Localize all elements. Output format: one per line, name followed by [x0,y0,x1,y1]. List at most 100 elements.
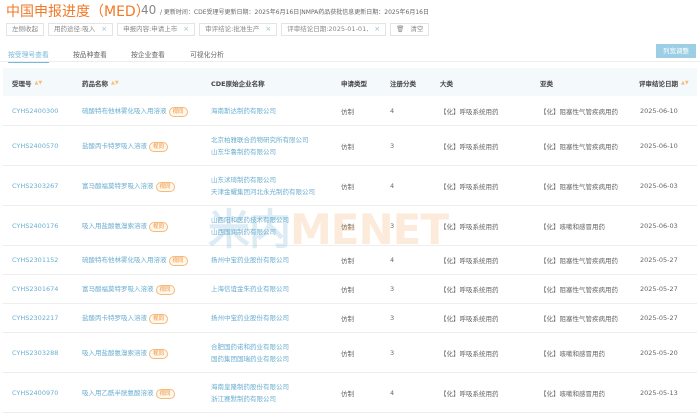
minor-category: 【化】阻塞性气管疾病用药 [540,286,618,294]
filter-chip: 评审结论日期:2025-01-01, × [281,23,387,36]
sort-icon[interactable]: ▲▼ [681,80,689,85]
filter-bar: 左侧收起 用药途径:吸入 × 申报内容:申请上市 × 审评结论:批准生产 × 评审结论… [6,23,430,36]
collapse-sidebar-button[interactable]: 左侧收起 [6,23,44,36]
sort-icon[interactable]: ▲▼ [35,80,43,85]
application-type: 仿制 [341,107,354,116]
drug-name-cell: 硫酸特布他林雾化吸入用溶液 视同 [82,254,188,266]
acceptance-no-link[interactable]: CYHS2400176 [12,222,58,230]
company-link[interactable]: 扬州中宝药业股份有限公司 [211,312,289,324]
column-header-company: CDE原始企业名称 [211,78,265,88]
column-header-drug[interactable]: 药品名称 ▲▼ [82,78,119,88]
table-row[interactable]: CYHS2301674 富马酸福莫特罗吸入溶液 视同 上海信谊金朱药业有限公司 仿… [3,275,697,304]
company-link[interactable]: 合肥国药诺和药业有限公司 [211,341,289,353]
review-date: 2025-06-03 [640,181,678,190]
company-link[interactable]: 海南斯达制药有限公司 [211,105,276,117]
major-category: 【化】呼吸系统用药 [440,349,499,358]
acceptance-no-link[interactable]: CYHS2301674 [12,285,58,293]
table-row[interactable]: CYHS2400176 吸入用盐酸氨溴索溶液 视同 山西阳和医药技术有限公司 山西国… [3,206,697,246]
company-link[interactable]: 天津金耀集团河北永光制药有限公司 [211,186,315,198]
minor-category: 【化】咳嗽和感冒用药 [540,389,605,398]
acceptance-no-link[interactable]: CYHS2303267 [12,182,58,190]
company-link[interactable]: 浙江赛默制药有限公司 [211,393,289,405]
company-link[interactable]: 上海信谊金朱药业有限公司 [211,283,289,295]
column-header-class: 注册分类 [390,78,416,88]
drug-name-link[interactable]: 盐酸丙卡特罗吸入溶液 [82,142,147,150]
company-cell: 北京柏雅联合药物研究所有限公司 山东华鲁制药有限公司 [211,134,309,158]
table-row[interactable]: CYHS2400300 硫酸特布他林雾化吸入用溶液 视同 海南斯达制药有限公司 仿… [3,96,697,126]
tab-by-variety[interactable]: 按品种查看 [73,49,107,59]
company-link[interactable]: 山东华鲁制药有限公司 [211,146,309,158]
tab-by-company[interactable]: 按企业查看 [131,49,165,59]
collapse-label: 左侧收起 [12,25,38,33]
acceptance-no-link[interactable]: CYHS2303288 [12,349,58,357]
tab-by-acceptance-no[interactable]: 按受理号查看 [8,49,49,63]
table-row[interactable]: CYHS2302217 盐酸丙卡特罗吸入溶液 视同 扬州中宝药业股份有限公司 仿制… [3,304,697,333]
drug-name-cell: 盐酸丙卡特罗吸入溶液 视同 [82,140,169,152]
application-type: 仿制 [341,182,354,191]
acceptance-no-link[interactable]: CYHS2301152 [12,256,58,264]
header-label: 亚类 [540,80,553,88]
drug-name-link[interactable]: 盐酸丙卡特罗吸入溶液 [82,314,147,322]
acceptance-no-link[interactable]: CYHS2400300 [12,107,58,115]
equivalent-badge: 视同 [155,181,175,192]
registration-class: 3 [390,314,395,322]
clear-filters-button[interactable]: 🗑 清空 [390,23,430,36]
table-row[interactable]: CYHS2400570 盐酸丙卡特罗吸入溶液 视同 北京柏雅联合药物研究所有限公司… [3,126,697,166]
major-category: 【化】呼吸系统用药 [440,389,499,398]
minor-category: 【化】咳嗽和感冒用药 [540,349,605,358]
header-label: 药品名称 [82,80,108,88]
table-row[interactable]: CYHS2301152 硫酸特布他林雾化吸入用溶液 视同 扬州中宝药业股份有限公司… [3,246,697,275]
equivalent-badge: 视同 [149,314,169,324]
drug-name-link[interactable]: 吸入用盐酸氨溴索溶液 [82,222,147,230]
application-type: 仿制 [341,389,354,398]
company-cell: 海南斯达制药有限公司 [211,105,276,117]
close-icon[interactable]: × [265,24,271,35]
minor-category: 【化】阻塞性气管疾病用药 [540,107,618,116]
view-tabs: 按受理号查看 按品种查看 按企业查看 可视化分析 [0,46,700,63]
company-cell: 海南皇隆制药股份有限公司 浙江赛默制药有限公司 [211,381,289,405]
drug-name-cell: 吸入用盐酸氨溴索溶液 视同 [82,220,169,232]
drug-name-link[interactable]: 硫酸特布他林雾化吸入用溶液 [82,107,167,115]
table-row[interactable]: CYHS2303267 富马酸福莫特罗吸入溶液 视同 山东沭琦制药有限公司 天津金耀… [3,166,697,206]
drug-name-link[interactable]: 富马酸福莫特罗吸入溶液 [82,285,154,293]
company-link[interactable]: 山西阳和医药技术有限公司 [211,214,289,226]
company-link[interactable]: 国药集团国瑞药业有限公司 [211,353,289,365]
company-link[interactable]: 扬州中宝药业股份有限公司 [211,254,289,266]
drug-name-link[interactable]: 吸入用盐酸氨溴索溶液 [82,349,147,357]
table-row[interactable]: CYHS2400970 吸入用乙酰半胱氨酸溶液 视同 海南皇隆制药股份有限公司 浙江… [3,373,697,413]
minor-category: 【化】阻塞性气管疾病用药 [540,182,618,191]
equivalent-badge: 视同 [149,221,169,232]
header-label: 评审结论日期 [639,80,678,88]
company-cell: 合肥国药诺和药业有限公司 国药集团国瑞药业有限公司 [211,341,289,365]
drug-name-link[interactable]: 吸入用乙酰半胱氨酸溶液 [82,389,154,397]
drug-name-link[interactable]: 硫酸特布他林雾化吸入用溶液 [82,256,167,264]
filter-chip: 审评结论:批准生产 × [199,23,278,36]
equivalent-badge: 视同 [168,256,188,266]
acceptance-no-link[interactable]: CYHS2302217 [12,314,58,322]
drug-name-link[interactable]: 富马酸福莫特罗吸入溶液 [82,182,154,190]
column-width-button[interactable]: 列宽调整 [656,44,696,58]
close-icon[interactable]: × [183,24,189,35]
close-icon[interactable]: × [374,24,380,35]
column-header-date[interactable]: 评审结论日期 ▲▼ [639,78,689,88]
company-link[interactable]: 海南皇隆制药股份有限公司 [211,381,289,393]
review-date: 2025-05-27 [640,285,678,293]
acceptance-no-link[interactable]: CYHS2400970 [12,389,58,397]
header-label: 大类 [440,80,453,88]
equivalent-badge: 视同 [155,285,175,295]
minor-category: 【化】咳嗽和感冒用药 [540,222,605,231]
company-cell: 山东沭琦制药有限公司 天津金耀集团河北永光制药有限公司 [211,174,315,198]
table-row[interactable]: CYHS2303288 吸入用盐酸氨溴索溶液 视同 合肥国药诺和药业有限公司 国药集… [3,333,697,373]
sort-icon[interactable]: ▲▼ [111,80,119,85]
company-link[interactable]: 北京柏雅联合药物研究所有限公司 [211,134,309,146]
application-type: 仿制 [341,349,354,358]
header-label: CDE原始企业名称 [211,80,265,88]
filter-chip: 用药途径:吸入 × [48,23,114,36]
column-header-id[interactable]: 受理号 ▲▼ [12,78,42,88]
close-icon[interactable]: × [101,24,107,35]
tab-visual-analysis[interactable]: 可视化分析 [190,49,224,59]
company-link[interactable]: 山西国润制药有限公司 [211,226,289,238]
acceptance-no-link[interactable]: CYHS2400570 [12,142,58,150]
company-link[interactable]: 山东沭琦制药有限公司 [211,174,315,186]
table-header: 受理号 ▲▼ 药品名称 ▲▼ CDE原始企业名称 申请类型 注册分类 大类 亚类 评… [3,68,697,96]
